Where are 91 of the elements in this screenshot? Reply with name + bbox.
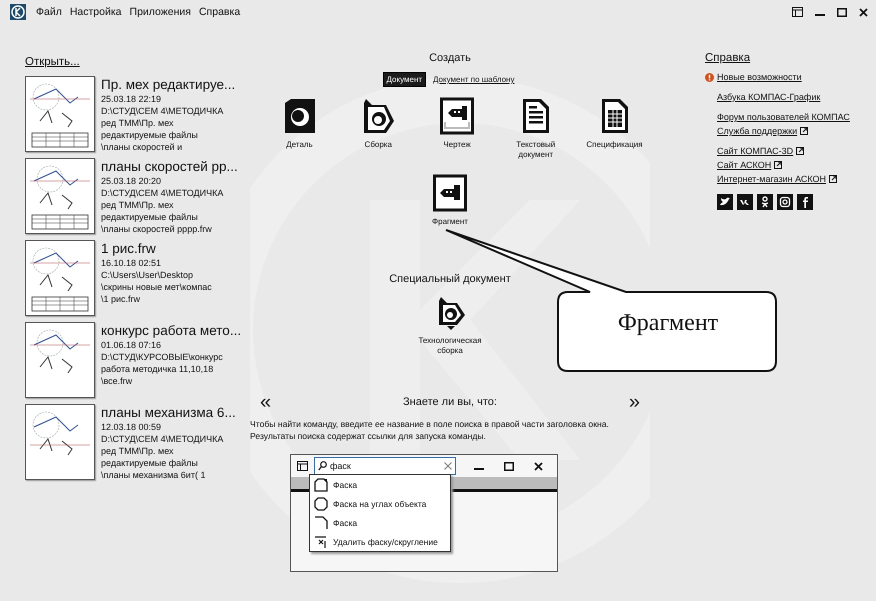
social-icon[interactable]: [777, 194, 793, 210]
social-icon[interactable]: [757, 194, 773, 210]
file-path: D:\СТУД\СЕМ 4\МЕТОДИЧКА: [101, 433, 224, 445]
file-path: редактируемые файлы: [101, 129, 199, 141]
help-link[interactable]: Сайт АСКОН: [717, 160, 772, 170]
section-title: Создать: [429, 52, 471, 64]
file-path: работа методичка 11,10,18: [101, 363, 214, 375]
close-icon[interactable]: [859, 8, 868, 16]
file-path: ред ТММ\Пр. мех: [101, 445, 175, 457]
help-link[interactable]: Сайт КОМПАС-3D: [717, 146, 794, 156]
help-link[interactable]: Справка: [705, 52, 876, 64]
file-date: 16.10.18 02:51: [101, 257, 162, 269]
file-name[interactable]: конкурс работа мето...: [101, 322, 242, 339]
external-link-icon: [800, 127, 808, 135]
callout-text: Фрагмент: [616, 310, 720, 337]
mode-tab[interactable]: Документ: [382, 72, 426, 87]
document-icon: [440, 97, 474, 135]
external-link-icon: [774, 161, 782, 169]
delete-chamfer-icon: [314, 534, 328, 548]
menu-item[interactable]: Настройка: [68, 5, 124, 19]
tip-text: Чтобы найти команду, введите ее название в поле поиска в правой части заголовка окна.: [250, 418, 609, 430]
file-path: D:\СТУД\СЕМ 4\МЕТОДИЧКА: [101, 105, 224, 117]
search-result: Удалить фаску/скругление: [310, 532, 450, 551]
external-link-icon: [796, 147, 804, 155]
file-path: ред ТММ\Пр. мех: [101, 199, 175, 211]
tip-text: Результаты поиска содержат ссылки для запуска команды.: [250, 430, 487, 442]
close-icon: [534, 462, 543, 470]
panel-layout-icon: [297, 461, 308, 471]
chamfer-icon: [314, 478, 328, 492]
menu-item[interactable]: Файл: [34, 5, 64, 19]
document-type-button[interactable]: Сборка: [343, 97, 414, 160]
panel-layout-icon[interactable]: [792, 7, 803, 17]
next-button[interactable]: »: [628, 392, 640, 412]
document-type-button[interactable]: Спецификация: [580, 97, 650, 160]
external-link-icon: [829, 175, 838, 183]
file-path: редактируемые файлы: [101, 211, 199, 223]
document-icon: [600, 97, 630, 135]
document-icon: [433, 174, 467, 212]
social-icon[interactable]: [737, 194, 753, 210]
chamfer-icon: [314, 496, 328, 510]
file-path: \планы скоростей и: [101, 141, 184, 153]
menu-item[interactable]: Справка: [196, 5, 242, 19]
help-link[interactable]: Азбука КОМПАС-График: [717, 92, 820, 102]
document-icon: [520, 97, 551, 135]
alert-icon: [705, 72, 714, 82]
file-date: 12.03.18 00:59: [101, 421, 162, 433]
file-path: D:\СТУД\КУРСОВЫЕ\конкурс: [101, 351, 224, 363]
help-link[interactable]: Новые возможности: [717, 72, 802, 82]
previous-button[interactable]: «: [260, 392, 272, 412]
file-path: C:\Users\User\Desktop: [101, 269, 194, 281]
file-path: D:\СТУД\СЕМ 4\МЕТОДИЧКА: [101, 187, 224, 199]
document-type-button[interactable]: Технологическая сборка: [414, 295, 486, 356]
open-link[interactable]: Открыть...: [25, 56, 80, 68]
document-type-button[interactable]: Текстовый документ: [500, 97, 571, 160]
file-path: редактируемые файлы: [101, 457, 199, 469]
file-path: \скрины новые мет\компас: [101, 281, 212, 293]
minimize-icon: [474, 468, 484, 470]
document-icon: [282, 97, 316, 135]
file-name[interactable]: 1 рис.frw: [101, 240, 212, 257]
clear-icon: [444, 462, 452, 470]
file-name[interactable]: планы механизма 6...: [101, 404, 236, 421]
maximize-icon: [504, 462, 514, 470]
file-path: \1 рис.frw: [101, 293, 142, 305]
file-date: 25.03.18 20:20: [101, 175, 162, 187]
file-date: 25.03.18 22:19: [101, 93, 162, 105]
section-title: Специальный документ: [389, 273, 511, 285]
help-link[interactable]: Интернет-магазин АСКОН: [717, 174, 826, 184]
file-path: \планы механизма 6ит( 1: [101, 469, 206, 481]
document-type-button[interactable]: Деталь: [264, 97, 334, 160]
document-type-button[interactable]: Чертеж: [422, 97, 492, 160]
file-path: ред ТММ\Пр. мех: [101, 117, 175, 129]
social-icon[interactable]: [717, 194, 733, 210]
file-path: \планы скоростей рррр.frw: [101, 223, 213, 235]
help-link[interactable]: Форум пользователей КОМПАС: [717, 112, 850, 122]
search-result: Фаска: [310, 513, 450, 532]
tip-title: Знаете ли вы, что:: [403, 396, 497, 408]
file-name[interactable]: планы скоростей рр...: [101, 158, 238, 175]
chamfer-icon: [314, 516, 328, 530]
help-link[interactable]: Служба поддержки: [717, 126, 798, 136]
maximize-icon[interactable]: [837, 8, 847, 16]
search-result: Фаска: [310, 475, 450, 494]
document-type-button[interactable]: Фрагмент: [415, 174, 485, 227]
search-result: Фаска на углах объекта: [310, 494, 450, 513]
file-date: 01.06.18 07:16: [101, 339, 162, 351]
file-path: \все.frw: [101, 375, 134, 387]
mode-tab[interactable]: Документ по шаблону: [430, 73, 518, 86]
social-icon[interactable]: [797, 194, 813, 210]
app-logo-icon: [10, 4, 26, 20]
search-icon: [318, 461, 327, 471]
file-name[interactable]: Пр. мех редактируе...: [101, 76, 236, 93]
menu-item[interactable]: Приложения: [128, 5, 193, 19]
